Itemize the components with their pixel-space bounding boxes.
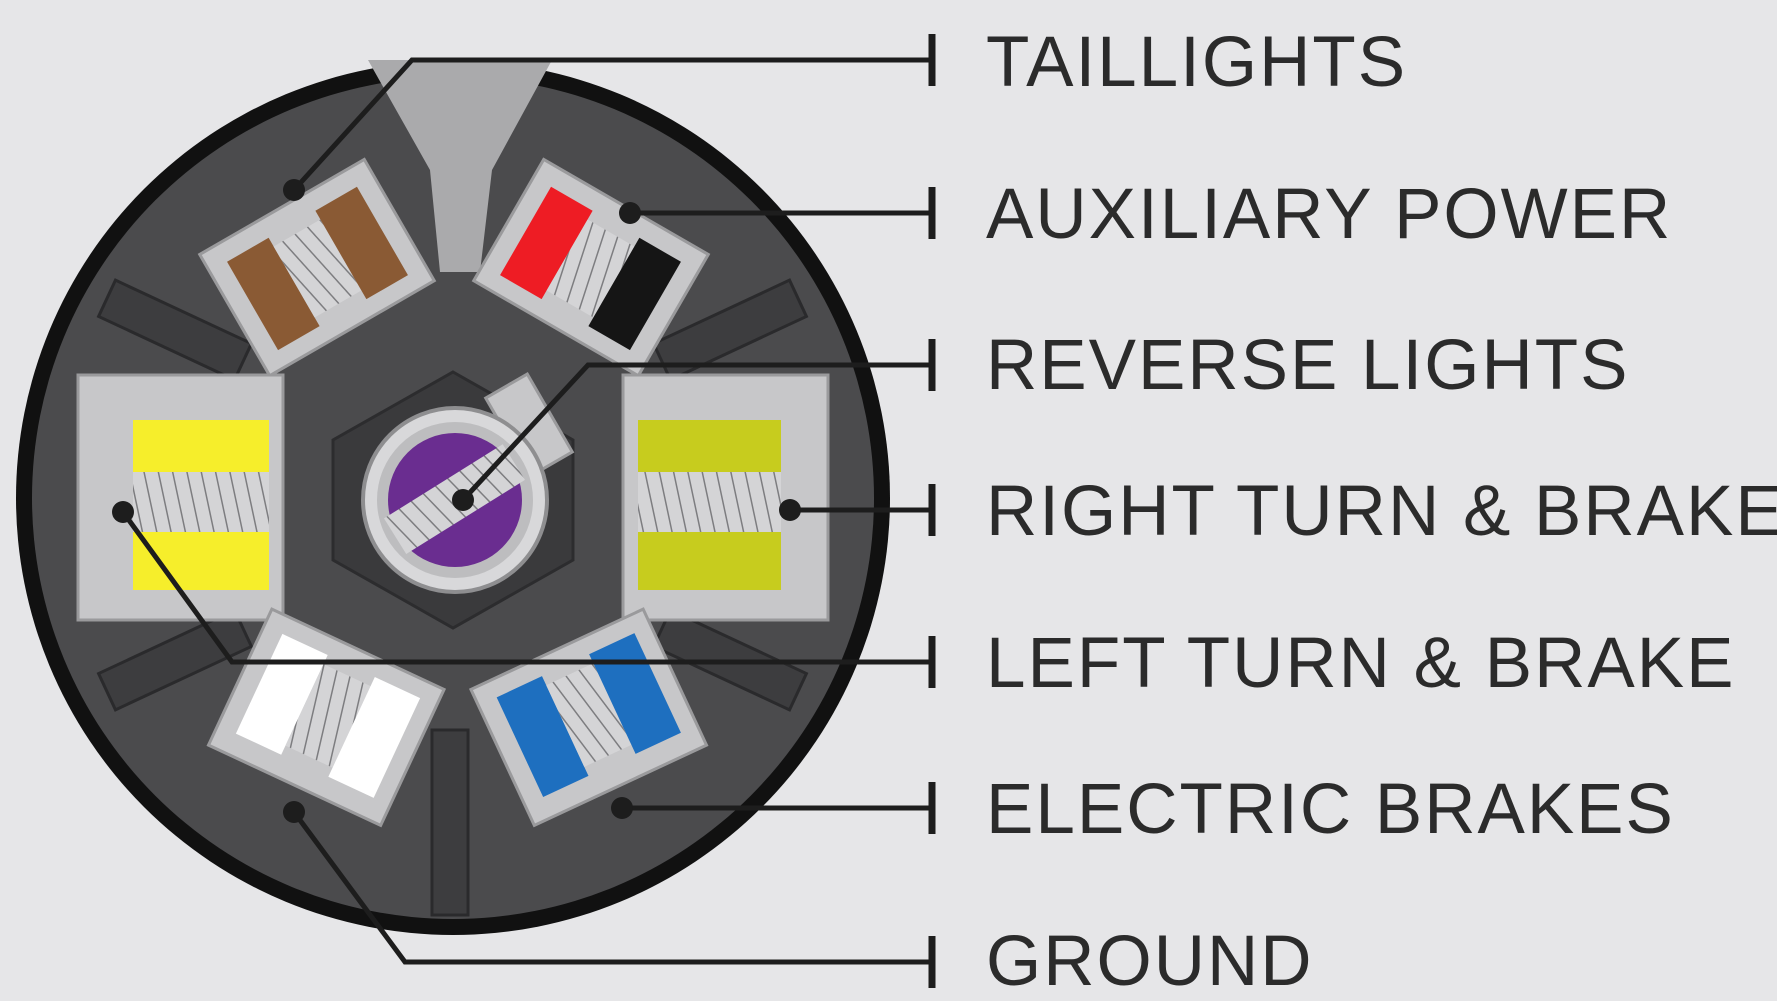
trailer-plug-wiring-diagram: TAILLIGHTS AUXILIARY POWER REVERSE LIGHT… — [0, 0, 1777, 1001]
terminal-left-turn-brake — [76, 373, 285, 622]
label-right-turn-brake: RIGHT TURN & BRAKE — [986, 472, 1777, 551]
wire-left-turn-brake — [133, 420, 269, 472]
wire-right-turn-brake — [638, 420, 781, 472]
label-ground: GROUND — [986, 922, 1314, 1001]
label-left-turn-brake: LEFT TURN & BRAKE — [986, 624, 1736, 703]
label-taillights: TAILLIGHTS — [986, 23, 1408, 102]
label-auxiliary-power: AUXILIARY POWER — [986, 175, 1673, 254]
label-reverse-lights: REVERSE LIGHTS — [986, 326, 1630, 405]
terminal-right-turn-brake — [621, 373, 830, 622]
label-electric-brakes: ELECTRIC BRAKES — [986, 770, 1675, 849]
